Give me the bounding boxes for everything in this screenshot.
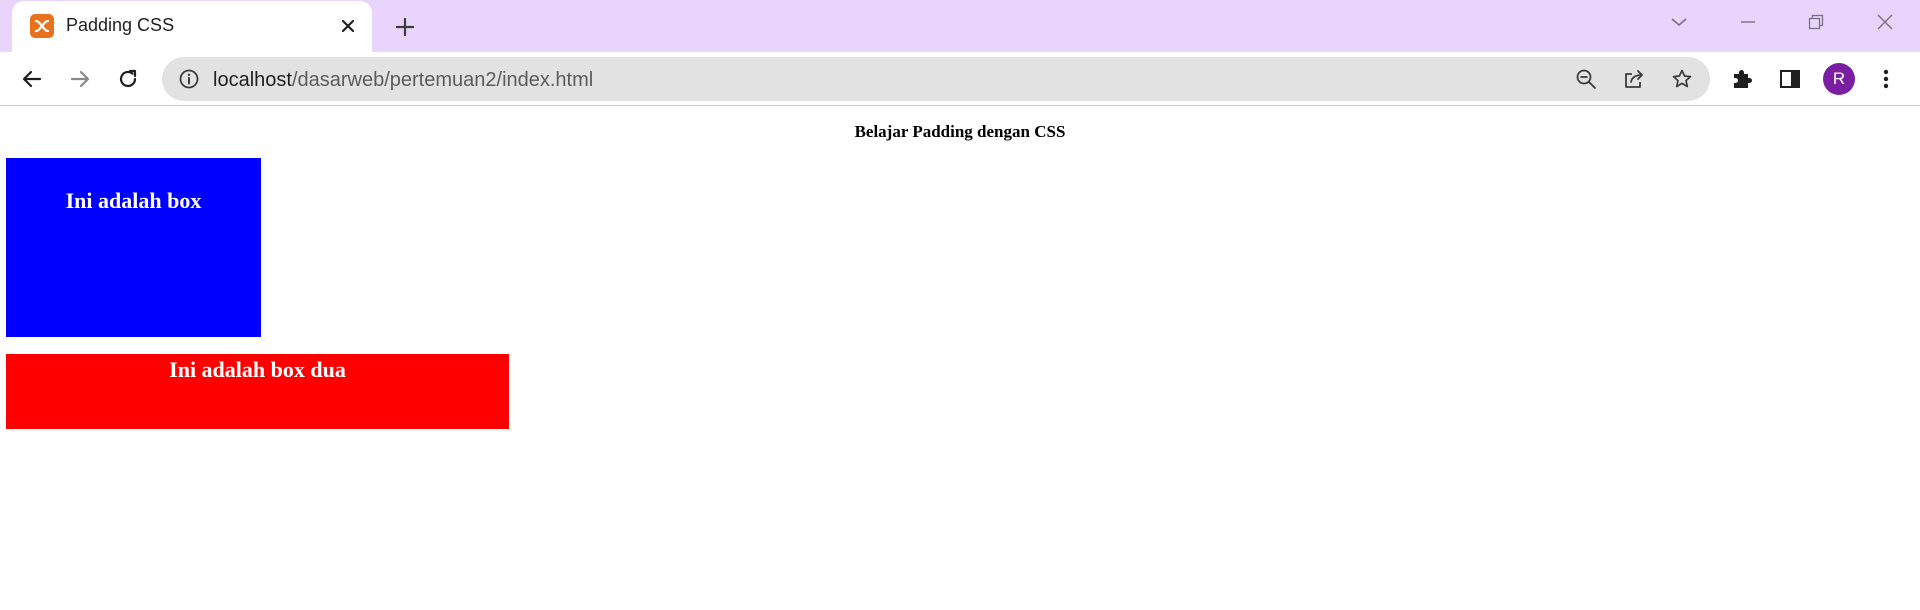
red-box: Ini adalah box dua — [6, 354, 509, 429]
new-tab-button[interactable] — [390, 12, 420, 42]
red-box-text: Ini adalah box dua — [169, 357, 346, 382]
extensions-puzzle-icon[interactable] — [1728, 65, 1756, 93]
side-panel-icon[interactable] — [1776, 65, 1804, 93]
minimize-icon[interactable] — [1733, 10, 1763, 34]
more-menu-icon[interactable] — [1872, 65, 1900, 93]
back-arrow-icon[interactable] — [15, 62, 49, 96]
share-icon[interactable] — [1622, 67, 1646, 91]
bookmark-star-icon[interactable] — [1670, 67, 1694, 91]
tab-strip: Padding CSS — [0, 0, 1920, 52]
blue-box-text: Ini adalah box — [65, 188, 202, 213]
avatar[interactable]: R — [1823, 63, 1855, 95]
page-content: Belajar Padding dengan CSS Ini adalah bo… — [0, 107, 1920, 610]
tab-title: Padding CSS — [66, 15, 175, 35]
browser-toolbar: localhost/dasarweb/pertemuan2/index.html — [0, 52, 1920, 106]
info-icon[interactable] — [178, 68, 200, 90]
xampp-icon — [30, 14, 54, 38]
address-bar[interactable]: localhost/dasarweb/pertemuan2/index.html — [162, 57, 1710, 101]
zoom-out-icon[interactable] — [1574, 67, 1598, 91]
tab-active[interactable]: Padding CSS — [12, 1, 372, 52]
url-path: /dasarweb/pertemuan2/index.html — [291, 69, 594, 91]
close-icon[interactable] — [337, 15, 359, 37]
restore-icon[interactable] — [1801, 10, 1831, 34]
page-heading: Belajar Padding dengan CSS — [854, 122, 1066, 141]
blue-box: Ini adalah box — [6, 158, 261, 337]
chevron-down-icon[interactable] — [1664, 10, 1694, 34]
forward-arrow-icon[interactable] — [63, 62, 97, 96]
url-text[interactable]: localhost/dasarweb/pertemuan2/index.html — [213, 69, 593, 92]
url-host: localhost — [213, 69, 292, 91]
close-window-icon[interactable] — [1870, 10, 1900, 34]
reload-icon[interactable] — [111, 62, 145, 96]
